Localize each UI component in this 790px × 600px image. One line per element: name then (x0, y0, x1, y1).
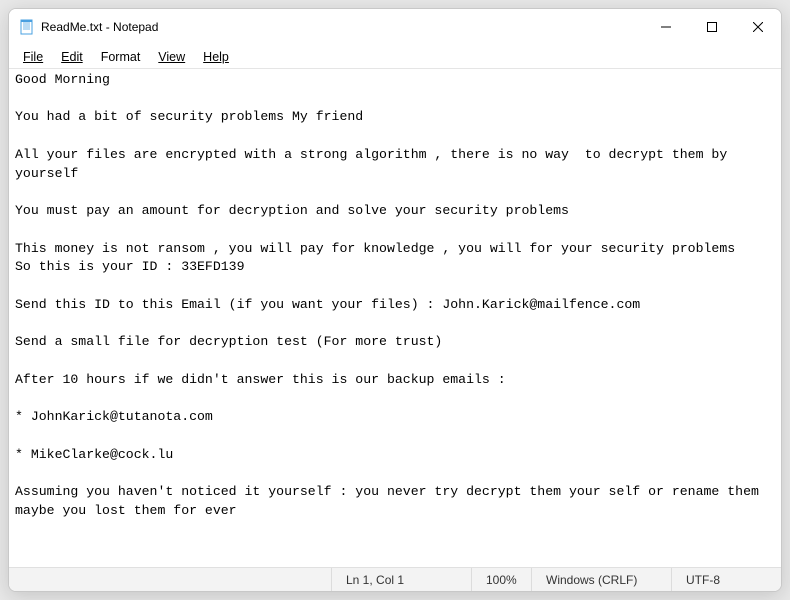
notepad-icon (19, 19, 35, 35)
menu-edit[interactable]: Edit (61, 50, 83, 64)
menubar: File Edit Format View Help (9, 45, 781, 69)
window-title: ReadMe.txt - Notepad (41, 20, 643, 34)
status-spacer (9, 568, 331, 591)
menu-help[interactable]: Help (203, 50, 229, 64)
menu-format[interactable]: Format (101, 50, 141, 64)
menu-view[interactable]: View (158, 50, 185, 64)
maximize-button[interactable] (689, 9, 735, 45)
window-controls (643, 9, 781, 45)
menu-file[interactable]: File (23, 50, 43, 64)
notepad-window: ReadMe.txt - Notepad File Edit Format Vi… (8, 8, 782, 592)
status-zoom: 100% (471, 568, 531, 591)
statusbar: Ln 1, Col 1 100% Windows (CRLF) UTF-8 (9, 567, 781, 591)
status-encoding: UTF-8 (671, 568, 781, 591)
titlebar[interactable]: ReadMe.txt - Notepad (9, 9, 781, 45)
minimize-button[interactable] (643, 9, 689, 45)
close-button[interactable] (735, 9, 781, 45)
status-lineending: Windows (CRLF) (531, 568, 671, 591)
text-area[interactable]: Good Morning You had a bit of security p… (9, 69, 781, 567)
status-position: Ln 1, Col 1 (331, 568, 471, 591)
